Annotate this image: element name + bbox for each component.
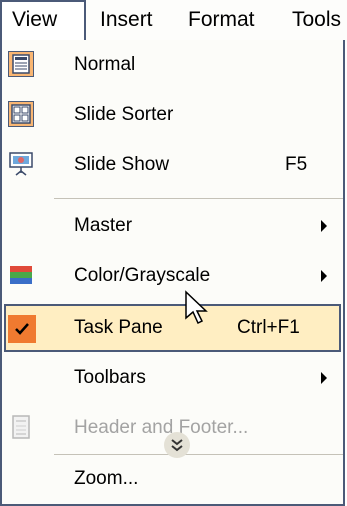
mouse-cursor-icon: [184, 290, 214, 326]
menu-tools[interactable]: Tools: [290, 0, 341, 42]
normal-view-icon: [7, 50, 35, 78]
menu-item-task-pane[interactable]: Task Pane Ctrl+F1: [4, 304, 341, 352]
menu-view-label: View: [12, 8, 58, 31]
powerpoint-view-menu-screenshot: View Insert Format Tools Normal Slide So…: [0, 0, 347, 506]
checkmark-icon: [8, 315, 36, 343]
double-chevron-down-icon[interactable]: [164, 432, 190, 458]
menu-item-toolbars[interactable]: Toolbars: [2, 353, 343, 403]
color-grayscale-icon: [8, 262, 34, 288]
menu-format[interactable]: Format: [186, 0, 255, 42]
menu-format-label: Format: [188, 8, 255, 31]
menu-item-color-grayscale[interactable]: Color/Grayscale: [2, 251, 343, 301]
menu-item-zoom[interactable]: Zoom...: [2, 454, 343, 504]
menu-item-slide-sorter[interactable]: Slide Sorter: [2, 90, 343, 140]
menu-bar: View Insert Format Tools: [0, 0, 347, 42]
menu-item-header-footer-label: Header and Footer...: [74, 417, 249, 438]
menu-item-master-label: Master: [74, 215, 133, 236]
menu-insert[interactable]: Insert: [98, 0, 153, 42]
menu-tools-label: Tools: [292, 8, 342, 31]
submenu-arrow-icon: [321, 372, 327, 384]
slide-show-icon: [8, 151, 34, 177]
slide-sorter-icon: [7, 100, 35, 128]
menu-item-slide-sorter-label: Slide Sorter: [74, 104, 174, 125]
menu-item-task-pane-shortcut: Ctrl+F1: [237, 317, 300, 338]
menu-item-slide-show[interactable]: Slide Show F5: [2, 140, 343, 190]
header-footer-icon: [8, 414, 34, 440]
menu-item-normal[interactable]: Normal: [2, 40, 343, 90]
menu-item-task-pane-label: Task Pane: [74, 317, 163, 338]
menu-item-slide-show-label: Slide Show: [74, 154, 170, 175]
menu-insert-label: Insert: [100, 8, 153, 31]
menu-item-toolbars-label: Toolbars: [74, 367, 146, 388]
submenu-arrow-icon: [321, 220, 327, 232]
menu-item-normal-label: Normal: [74, 54, 136, 75]
menu-item-master[interactable]: Master: [2, 201, 343, 251]
menu-separator: [54, 198, 343, 199]
menu-view[interactable]: View: [0, 0, 86, 42]
submenu-arrow-icon: [321, 270, 327, 282]
menu-item-zoom-label: Zoom...: [74, 468, 139, 489]
menu-item-slide-show-shortcut: F5: [285, 154, 308, 175]
